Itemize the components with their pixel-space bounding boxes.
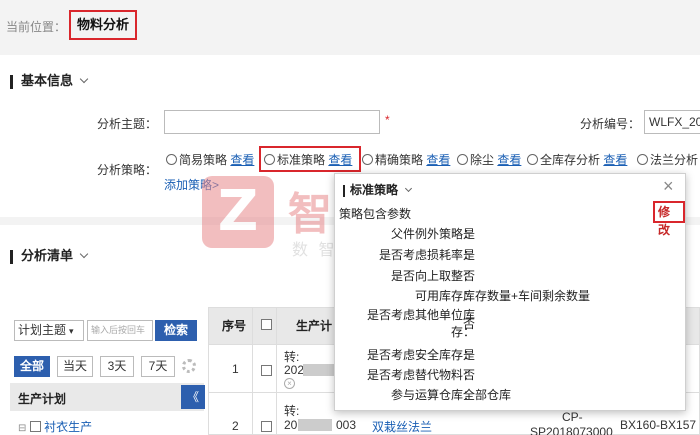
remove-circle-icon[interactable]: × (284, 378, 295, 389)
row-checkbox[interactable] (261, 421, 272, 432)
view-link[interactable]: 查看 (230, 153, 254, 167)
code-label: 分析编号： (580, 117, 641, 131)
radio-icon[interactable] (264, 154, 275, 165)
strategy-option-simple[interactable]: 简易策略 查看 (166, 151, 254, 168)
breadcrumb-current[interactable]: 物料分析 (69, 10, 138, 40)
required-mark: * (385, 113, 390, 127)
row-seq: 1 (232, 362, 239, 376)
row-material-code-1: CP- (562, 410, 583, 424)
plan-search-input[interactable]: 输入后按回车 (87, 320, 153, 341)
strategy-label: 分析策略： (97, 163, 158, 177)
chevron-down-icon (404, 184, 413, 193)
add-strategy-link[interactable]: 添加策略> (164, 176, 219, 193)
popup-title: 标准策略 (350, 183, 399, 197)
row-checkbox[interactable] (261, 365, 272, 376)
view-link[interactable]: 查看 (426, 153, 450, 167)
filter-all-button[interactable]: 全部 (14, 356, 50, 377)
chevron-down-icon (79, 249, 89, 259)
row-material-name[interactable]: 双栽丝法兰 (372, 418, 432, 435)
header-production: 生产计 (296, 319, 333, 333)
filter-today-button[interactable]: 当天 (57, 356, 93, 377)
checkbox[interactable] (29, 421, 41, 432)
popup-section-title: 策略包含参数 (339, 207, 412, 221)
row-code-suffix: 003 (336, 418, 357, 432)
row-seq: 2 (232, 419, 239, 433)
code-value: WLFX_20 (649, 115, 700, 129)
close-icon[interactable]: × (663, 176, 674, 197)
row-code: 202 (284, 363, 305, 377)
caret-down-icon: ▾ (69, 326, 74, 336)
analysis-list-header[interactable]: 分析清单 (10, 245, 89, 264)
radio-icon[interactable] (166, 154, 177, 165)
strategy-option-flange[interactable]: 法兰分析 (637, 151, 698, 168)
subject-label: 分析主题： (97, 117, 158, 131)
blurred-text (298, 419, 332, 431)
strategy-popup: 标准策略 × 策略包含参数 修改 父件例外策略：是 是否考虑损耗率：是 是否向上… (334, 173, 686, 411)
popup-header: 标准策略 (343, 181, 413, 198)
settings-icon[interactable] (182, 359, 196, 373)
edit-button[interactable]: 修改 (653, 201, 685, 237)
view-link[interactable]: 查看 (603, 153, 627, 167)
plan-select[interactable]: 计划主题 ▾ (14, 320, 84, 341)
row-material-code-2: SP2018073000 (530, 425, 613, 435)
breadcrumb-prefix: 当前位置： (6, 20, 67, 34)
tree-item[interactable]: ⊟ 衬衣生产 (18, 418, 92, 435)
header-seq: 序号 (222, 319, 247, 333)
row-spec: BX160-BX157 (620, 418, 697, 432)
param-row: 是否考虑其他单位库 存： 否 (366, 308, 476, 339)
filter-3days-button[interactable]: 3天 (100, 356, 134, 377)
tree-toggle-icon[interactable]: ⊟ (18, 423, 26, 434)
plan-tree-title: 生产计划 (18, 392, 67, 406)
row-code: 20 (284, 418, 298, 432)
collapse-button[interactable]: 《 (181, 385, 205, 409)
breadcrumb: 当前位置： 物料分析 (0, 0, 700, 50)
filter-7days-button[interactable]: 7天 (141, 356, 175, 377)
row-prefix: 转: (284, 404, 300, 418)
radio-icon[interactable] (527, 154, 538, 165)
radio-icon[interactable] (637, 154, 648, 165)
strategy-option-dust[interactable]: 除尘 查看 (457, 151, 521, 168)
view-link[interactable]: 查看 (328, 153, 352, 167)
header-checkbox[interactable] (261, 319, 272, 330)
strategy-option-standard[interactable]: 标准策略 查看 (264, 151, 352, 168)
subject-input[interactable] (164, 110, 380, 134)
radio-icon[interactable] (457, 154, 468, 165)
strategy-option-full-inventory[interactable]: 全库存分析 查看 (527, 151, 627, 168)
analysis-list-title: 分析清单 (21, 248, 74, 263)
basic-info-title: 基本信息 (21, 73, 74, 88)
search-button[interactable]: 检索 (155, 320, 197, 341)
view-link[interactable]: 查看 (497, 153, 521, 167)
radio-icon[interactable] (362, 154, 373, 165)
strategy-option-precise[interactable]: 精确策略 查看 (362, 151, 450, 168)
chevron-down-icon (79, 74, 89, 84)
double-chevron-left-icon: 《 (186, 390, 199, 404)
basic-info-header[interactable]: 基本信息 (10, 70, 89, 89)
code-input[interactable]: WLFX_20 (644, 110, 700, 134)
plan-tree-header: 生产计划 (10, 383, 204, 411)
blurred-text (303, 364, 335, 376)
